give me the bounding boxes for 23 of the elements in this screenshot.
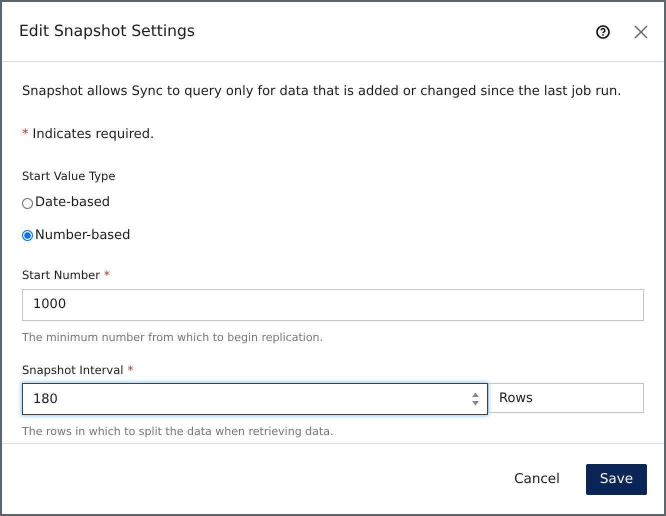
unit-field: Rows xyxy=(488,383,644,414)
field-label: Start Value Type xyxy=(22,168,116,185)
intro-text: Snapshot allows Sync to query only for data that is added or changed since the last job run. xyxy=(22,83,622,101)
field-label: Start Number xyxy=(22,267,100,284)
number-field[interactable]: 1000 xyxy=(22,288,644,320)
close-icon[interactable] xyxy=(634,24,648,38)
help-text: The rows in which to split the data when retrieving data. xyxy=(22,424,334,440)
required-asterisk: * xyxy=(104,267,110,284)
help-icon[interactable] xyxy=(596,24,610,38)
required-note: Indicates required. xyxy=(32,126,154,144)
cancel-button[interactable]: Cancel xyxy=(510,462,564,496)
save-button[interactable]: Save xyxy=(586,464,647,494)
radio-label: Number-based xyxy=(35,226,130,245)
required-asterisk: * xyxy=(127,362,134,379)
spinner-icon[interactable] xyxy=(471,391,480,408)
field-label: Snapshot Interval xyxy=(22,362,124,379)
radio-button[interactable] xyxy=(22,198,33,208)
required-asterisk: * xyxy=(22,126,28,144)
radio-label: Date-based xyxy=(35,194,110,212)
help-text: The minimum number from which to begin replication. xyxy=(22,330,324,346)
number-field[interactable]: 180 xyxy=(22,383,488,416)
radio-button[interactable] xyxy=(22,230,33,241)
dialog-title: Edit Snapshot Settings xyxy=(19,22,196,41)
